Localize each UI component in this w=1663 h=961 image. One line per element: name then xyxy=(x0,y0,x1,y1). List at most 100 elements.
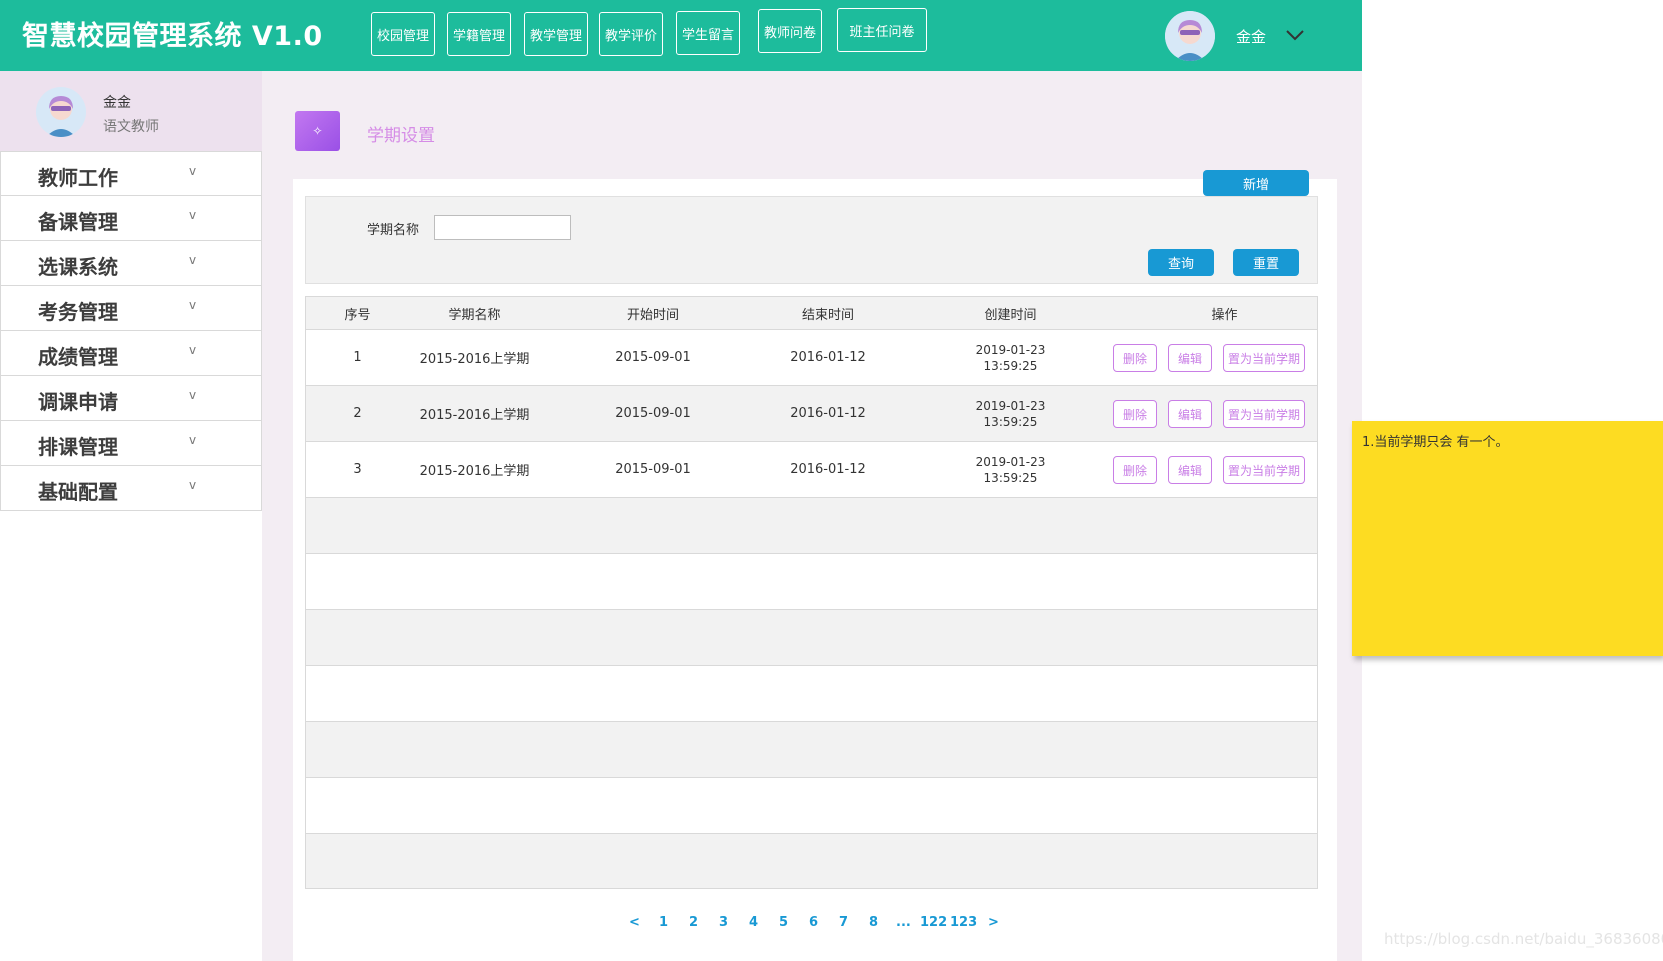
page-button[interactable]: 4 xyxy=(749,915,758,930)
empty-row xyxy=(306,722,1317,778)
table-row: 3 2015-2016上学期 2015-09-01 2016-01-12 201… xyxy=(306,442,1317,498)
sticky-note: 1.当前学期只会 有一个。 xyxy=(1352,421,1663,656)
set-current-term-button[interactable]: 置为当前学期 xyxy=(1223,400,1305,428)
created-clock: 13:59:25 xyxy=(983,358,1038,373)
sidebar-item-teacher-work[interactable]: 教师工作 v xyxy=(0,151,262,196)
nav-evaluation-button[interactable]: 教学评价 xyxy=(599,12,663,56)
sidebar-item-label: 调课申请 xyxy=(38,390,118,414)
sidebar-item-lesson-prep[interactable]: 备课管理 v xyxy=(0,196,262,241)
created-clock: 13:59:25 xyxy=(983,414,1038,429)
sidebar-item-label: 选课系统 xyxy=(38,255,118,279)
created-time: 2019-01-23 13:59:25 xyxy=(890,386,1131,441)
chevron-down-icon: v xyxy=(189,298,197,312)
end-date: 2016-01-12 xyxy=(790,462,866,477)
page-button[interactable]: 2 xyxy=(689,915,698,930)
created-time: 2019-01-23 13:59:25 xyxy=(890,330,1131,385)
column-header: 开始时间 xyxy=(626,307,679,323)
reset-button[interactable]: 重置 xyxy=(1233,249,1299,276)
chevron-down-icon: v xyxy=(189,343,197,357)
delete-button[interactable]: 删除 xyxy=(1113,456,1157,484)
nav-campus-button[interactable]: 校园管理 xyxy=(371,12,435,56)
prev-page-button[interactable]: < xyxy=(629,915,640,930)
nav-teacher-survey-button[interactable]: 教师问卷 xyxy=(758,9,822,53)
set-current-term-button[interactable]: 置为当前学期 xyxy=(1223,456,1305,484)
table-row: 2 2015-2016上学期 2015-09-01 2016-01-12 201… xyxy=(306,386,1317,442)
page-button[interactable]: 6 xyxy=(809,915,818,930)
empty-row xyxy=(306,834,1317,888)
delete-button[interactable]: 删除 xyxy=(1113,344,1157,372)
page-button[interactable]: 123 xyxy=(950,915,977,930)
next-page-button[interactable]: > xyxy=(988,915,999,930)
term-name: 2015-2016上学期 xyxy=(419,408,530,423)
empty-row xyxy=(306,666,1317,722)
add-button[interactable]: 新增 xyxy=(1203,170,1309,196)
app-title: 智慧校园管理系统 V1.0 xyxy=(22,21,323,52)
page-title: 学期设置 xyxy=(367,126,435,146)
sidebar-item-exam-affairs[interactable]: 考务管理 v xyxy=(0,286,262,331)
sidebar-item-label: 教师工作 xyxy=(38,166,118,190)
sidebar-item-basic-config[interactable]: 基础配置 v xyxy=(0,466,262,511)
column-header: 操作 xyxy=(1211,307,1238,323)
empty-row xyxy=(306,554,1317,610)
page-button[interactable]: 7 xyxy=(839,915,848,930)
sticky-note-text: 1.当前学期只会 有一个。 xyxy=(1362,435,1509,450)
avatar xyxy=(36,87,86,137)
chevron-down-icon: v xyxy=(189,253,197,267)
term-name-label: 学期名称 xyxy=(367,223,420,238)
term-name-input[interactable] xyxy=(434,215,571,240)
user-avatar-icon xyxy=(1165,11,1215,61)
chevron-down-icon: v xyxy=(189,164,197,178)
created-clock: 13:59:25 xyxy=(983,470,1038,485)
nav-messages-button[interactable]: 学生留言 xyxy=(676,11,740,55)
sparkle-icon: ✧ xyxy=(295,111,340,151)
chevron-down-icon: v xyxy=(189,208,197,222)
created-date: 2019-01-23 xyxy=(975,454,1046,469)
page-button[interactable]: 1 xyxy=(659,915,668,930)
created-time: 2019-01-23 13:59:25 xyxy=(890,442,1131,497)
row-number: 3 xyxy=(353,462,362,477)
page-ellipsis: ... xyxy=(896,915,911,930)
edit-button[interactable]: 编辑 xyxy=(1168,344,1212,372)
page-button[interactable]: 122 xyxy=(920,915,947,930)
delete-button[interactable]: 删除 xyxy=(1113,400,1157,428)
query-button[interactable]: 查询 xyxy=(1148,249,1214,276)
sidebar-item-label: 成绩管理 xyxy=(38,345,118,369)
sidebar-item-course-selection[interactable]: 选课系统 v xyxy=(0,241,262,286)
chevron-down-icon[interactable] xyxy=(1284,24,1306,46)
set-current-term-button[interactable]: 置为当前学期 xyxy=(1223,344,1305,372)
page-button[interactable]: 5 xyxy=(779,915,788,930)
term-name: 2015-2016上学期 xyxy=(419,464,530,479)
sidebar-menu: 教师工作 v 备课管理 v 选课系统 v 考务管理 v 成绩管理 v 调课申请 v 排课管理… xyxy=(0,151,262,511)
column-header: 创建时间 xyxy=(984,307,1037,323)
created-date: 2019-01-23 xyxy=(975,342,1046,357)
user-avatar-icon xyxy=(36,87,86,137)
row-number: 1 xyxy=(353,350,362,365)
row-number: 2 xyxy=(353,406,362,421)
sidebar-item-class-change[interactable]: 调课申请 v xyxy=(0,376,262,421)
edit-button[interactable]: 编辑 xyxy=(1168,400,1212,428)
nav-teaching-button[interactable]: 教学管理 xyxy=(524,12,588,56)
search-form: 学期名称 查询 重置 xyxy=(305,196,1318,284)
term-name: 2015-2016上学期 xyxy=(419,352,530,367)
sidebar-user-role: 语文教师 xyxy=(103,119,159,135)
edit-button[interactable]: 编辑 xyxy=(1168,456,1212,484)
table-row: 1 2015-2016上学期 2015-09-01 2016-01-12 201… xyxy=(306,330,1317,386)
nav-enrollment-button[interactable]: 学籍管理 xyxy=(447,12,511,56)
sidebar-item-grades[interactable]: 成绩管理 v xyxy=(0,331,262,376)
nav-headteacher-survey-button[interactable]: 班主任问卷 xyxy=(837,8,927,52)
column-header: 结束时间 xyxy=(801,307,854,323)
empty-row xyxy=(306,610,1317,666)
page-button[interactable]: 8 xyxy=(869,915,878,930)
page-button[interactable]: 3 xyxy=(719,915,728,930)
watermark: https://blog.csdn.net/baidu_36836080 xyxy=(1384,930,1663,948)
sidebar-item-label: 备课管理 xyxy=(38,210,118,234)
chevron-down-icon: v xyxy=(189,388,197,402)
start-date: 2015-09-01 xyxy=(615,462,691,477)
end-date: 2016-01-12 xyxy=(790,350,866,365)
avatar[interactable] xyxy=(1165,11,1215,61)
sidebar-item-label: 排课管理 xyxy=(38,435,118,459)
sidebar-item-scheduling[interactable]: 排课管理 v xyxy=(0,421,262,466)
top-header: 智慧校园管理系统 V1.0 校园管理 学籍管理 教学管理 教学评价 学生留言 教… xyxy=(0,0,1362,71)
sidebar-item-label: 考务管理 xyxy=(38,300,118,324)
empty-row xyxy=(306,778,1317,834)
